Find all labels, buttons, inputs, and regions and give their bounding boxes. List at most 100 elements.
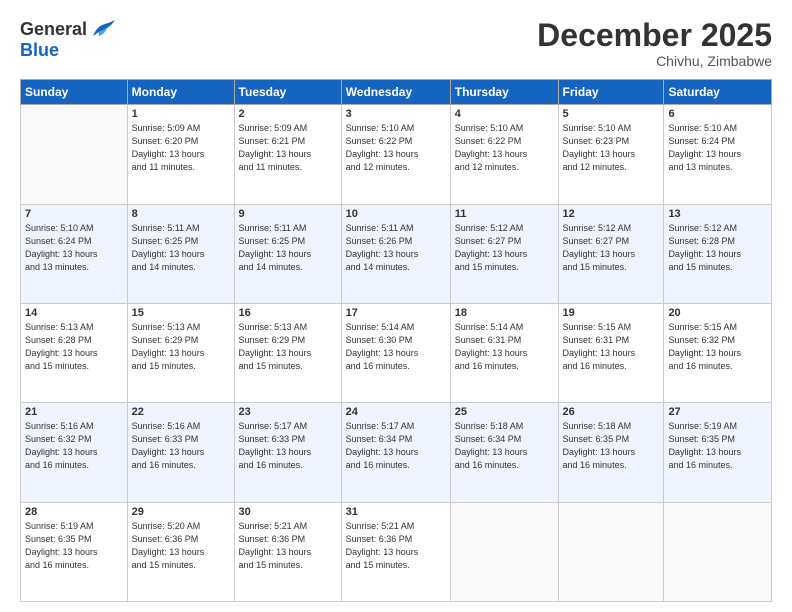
day-number: 8 <box>132 208 230 220</box>
calendar-day-cell: 12 Sunrise: 5:12 AMSunset: 6:27 PMDayligh… <box>558 204 664 303</box>
day-number: 12 <box>563 208 660 220</box>
daylight-text: Daylight: 13 hours <box>346 447 419 457</box>
calendar-day-cell: 23Sunrise: 5:17 AMSunset: 6:33 PMDayligh… <box>234 403 341 502</box>
sunset-text: Sunset: 6:26 PM <box>346 236 413 246</box>
sunset-text: Sunset: 6:27 PM <box>455 236 522 246</box>
sunset-text: Sunset: 6:28 PM <box>25 335 92 345</box>
day-info: Sunrise: 5:15 AMSunset: 6:31 PMDaylight:… <box>563 321 660 373</box>
sunrise-text: Sunrise: 5:21 AM <box>239 521 308 531</box>
calendar-day-cell: 21Sunrise: 5:16 AMSunset: 6:32 PMDayligh… <box>21 403 128 502</box>
day-number: 1 <box>132 108 230 120</box>
daylight-text: Daylight: 13 hours <box>668 447 741 457</box>
daylight-text: Daylight: 13 hours <box>132 149 205 159</box>
daylight-cont-text: and 15 minutes. <box>563 262 627 272</box>
sunrise-text: Sunrise: 5:10 AM <box>346 123 415 133</box>
daylight-cont-text: and 12 minutes. <box>455 162 519 172</box>
day-info: Sunrise: 5:10 AM Sunset: 6:22 PM Daylight:… <box>346 122 446 174</box>
sunrise-text: Sunrise: 5:17 AM <box>346 421 415 431</box>
daylight-cont-text: and 16 minutes. <box>668 460 732 470</box>
day-number: 9 <box>239 208 337 220</box>
daylight-cont-text: and 13 minutes. <box>668 162 732 172</box>
daylight-cont-text: and 13 minutes. <box>25 262 89 272</box>
day-info: Sunrise: 5:15 AMSunset: 6:32 PMDaylight:… <box>668 321 767 373</box>
calendar-day-cell: 31Sunrise: 5:21 AMSunset: 6:36 PMDayligh… <box>341 502 450 601</box>
day-number: 7 <box>25 208 123 220</box>
daylight-cont-text: and 15 minutes. <box>346 560 410 570</box>
daylight-text: Daylight: 13 hours <box>239 149 312 159</box>
sunset-text: Sunset: 6:35 PM <box>668 434 735 444</box>
daylight-cont-text: and 16 minutes. <box>346 361 410 371</box>
sunrise-text: Sunrise: 5:19 AM <box>25 521 94 531</box>
calendar-day-cell: 17Sunrise: 5:14 AMSunset: 6:30 PMDayligh… <box>341 303 450 402</box>
sunrise-text: Sunrise: 5:16 AM <box>132 421 201 431</box>
day-info: Sunrise: 5:10 AMSunset: 6:22 PMDaylight:… <box>455 122 554 174</box>
daylight-cont-text: and 11 minutes. <box>239 162 302 172</box>
sunset-text: Sunset: 6:22 PM <box>346 136 413 146</box>
col-wednesday: Wednesday <box>341 80 450 105</box>
logo: General Blue <box>20 18 117 61</box>
daylight-text: Daylight: 13 hours <box>25 249 98 259</box>
day-info: Sunrise: 5:18 AMSunset: 6:34 PMDaylight:… <box>455 420 554 472</box>
day-number: 26 <box>563 406 660 418</box>
sunrise-text: Sunrise: 5:12 AM <box>563 223 632 233</box>
day-number: 14 <box>25 307 123 319</box>
page: General Blue December 2025 Chivhu, Zimba… <box>0 0 792 612</box>
day-info: Sunrise: 5:14 AMSunset: 6:31 PMDaylight:… <box>455 321 554 373</box>
daylight-text: Daylight: 13 hours <box>563 447 636 457</box>
calendar-day-cell: 18 Sunrise: 5:14 AMSunset: 6:31 PMDayligh… <box>450 303 558 402</box>
daylight-cont-text: and 14 minutes. <box>239 262 303 272</box>
logo-bird-icon <box>89 18 117 40</box>
daylight-text: Daylight: 13 hours <box>346 149 419 159</box>
calendar-day-cell: 16Sunrise: 5:13 AMSunset: 6:29 PMDayligh… <box>234 303 341 402</box>
day-number: 20 <box>668 307 767 319</box>
daylight-text: Daylight: 13 hours <box>668 249 741 259</box>
day-info: Sunrise: 5:10 AMSunset: 6:24 PMDaylight:… <box>668 122 767 174</box>
sunset-text: Sunset: 6:30 PM <box>346 335 413 345</box>
calendar-day-cell: 19 Sunrise: 5:15 AMSunset: 6:31 PMDayligh… <box>558 303 664 402</box>
day-info: Sunrise: 5:21 AMSunset: 6:36 PMDaylight:… <box>239 520 337 572</box>
sunrise-text: Sunrise: 5:10 AM <box>25 223 94 233</box>
daylight-cont-text: and 15 minutes. <box>455 262 519 272</box>
day-number: 18 <box>455 307 554 319</box>
day-info: Sunrise: 5:19 AMSunset: 6:35 PMDaylight:… <box>668 420 767 472</box>
daylight-text: Daylight: 13 hours <box>132 547 205 557</box>
daylight-text: Daylight: 13 hours <box>132 348 205 358</box>
calendar-day-cell: 7 Sunrise: 5:10 AM Sunset: 6:24 PM Daylight… <box>21 204 128 303</box>
day-info: Sunrise: 5:20 AMSunset: 6:36 PMDaylight:… <box>132 520 230 572</box>
daylight-cont-text: and 15 minutes. <box>25 361 89 371</box>
calendar-day-cell <box>558 502 664 601</box>
day-number: 30 <box>239 506 337 518</box>
daylight-cont-text: and 16 minutes. <box>563 361 627 371</box>
daylight-cont-text: and 12 minutes. <box>346 162 410 172</box>
day-info: Sunrise: 5:21 AMSunset: 6:36 PMDaylight:… <box>346 520 446 572</box>
day-number: 11 <box>455 208 554 220</box>
day-info: Sunrise: 5:10 AM Sunset: 6:24 PM Daylight:… <box>25 222 123 274</box>
calendar-day-cell: 26 Sunrise: 5:18 AMSunset: 6:35 PMDayligh… <box>558 403 664 502</box>
sunset-text: Sunset: 6:28 PM <box>668 236 735 246</box>
day-info: Sunrise: 5:12 AMSunset: 6:27 PMDaylight:… <box>563 222 660 274</box>
daylight-text: Daylight: 13 hours <box>132 249 205 259</box>
sunset-text: Sunset: 6:29 PM <box>239 335 306 345</box>
daylight-cont-text: and 16 minutes. <box>25 460 89 470</box>
sunset-text: Sunset: 6:20 PM <box>132 136 199 146</box>
day-info: Sunrise: 5:18 AMSunset: 6:35 PMDaylight:… <box>563 420 660 472</box>
sunrise-text: Sunrise: 5:10 AM <box>455 123 524 133</box>
logo-blue-text: Blue <box>20 40 59 61</box>
day-number: 19 <box>563 307 660 319</box>
daylight-cont-text: and 14 minutes. <box>132 262 196 272</box>
sunrise-text: Sunrise: 5:14 AM <box>455 322 524 332</box>
day-info: Sunrise: 5:13 AMSunset: 6:29 PMDaylight:… <box>132 321 230 373</box>
sunrise-text: Sunrise: 5:20 AM <box>132 521 201 531</box>
day-info: Sunrise: 5:19 AMSunset: 6:35 PMDaylight:… <box>25 520 123 572</box>
calendar-day-cell: 6Sunrise: 5:10 AMSunset: 6:24 PMDaylight… <box>664 105 772 204</box>
sunset-text: Sunset: 6:24 PM <box>25 236 92 246</box>
sunrise-text: Sunrise: 5:10 AM <box>563 123 632 133</box>
sunset-text: Sunset: 6:36 PM <box>346 534 413 544</box>
day-number: 13 <box>668 208 767 220</box>
daylight-cont-text: and 16 minutes. <box>668 361 732 371</box>
daylight-cont-text: and 16 minutes. <box>455 361 519 371</box>
daylight-text: Daylight: 13 hours <box>239 249 312 259</box>
calendar-week-row: 7 Sunrise: 5:10 AM Sunset: 6:24 PM Daylight… <box>21 204 772 303</box>
daylight-cont-text: and 16 minutes. <box>563 460 627 470</box>
calendar-day-cell: 13Sunrise: 5:12 AMSunset: 6:28 PMDayligh… <box>664 204 772 303</box>
